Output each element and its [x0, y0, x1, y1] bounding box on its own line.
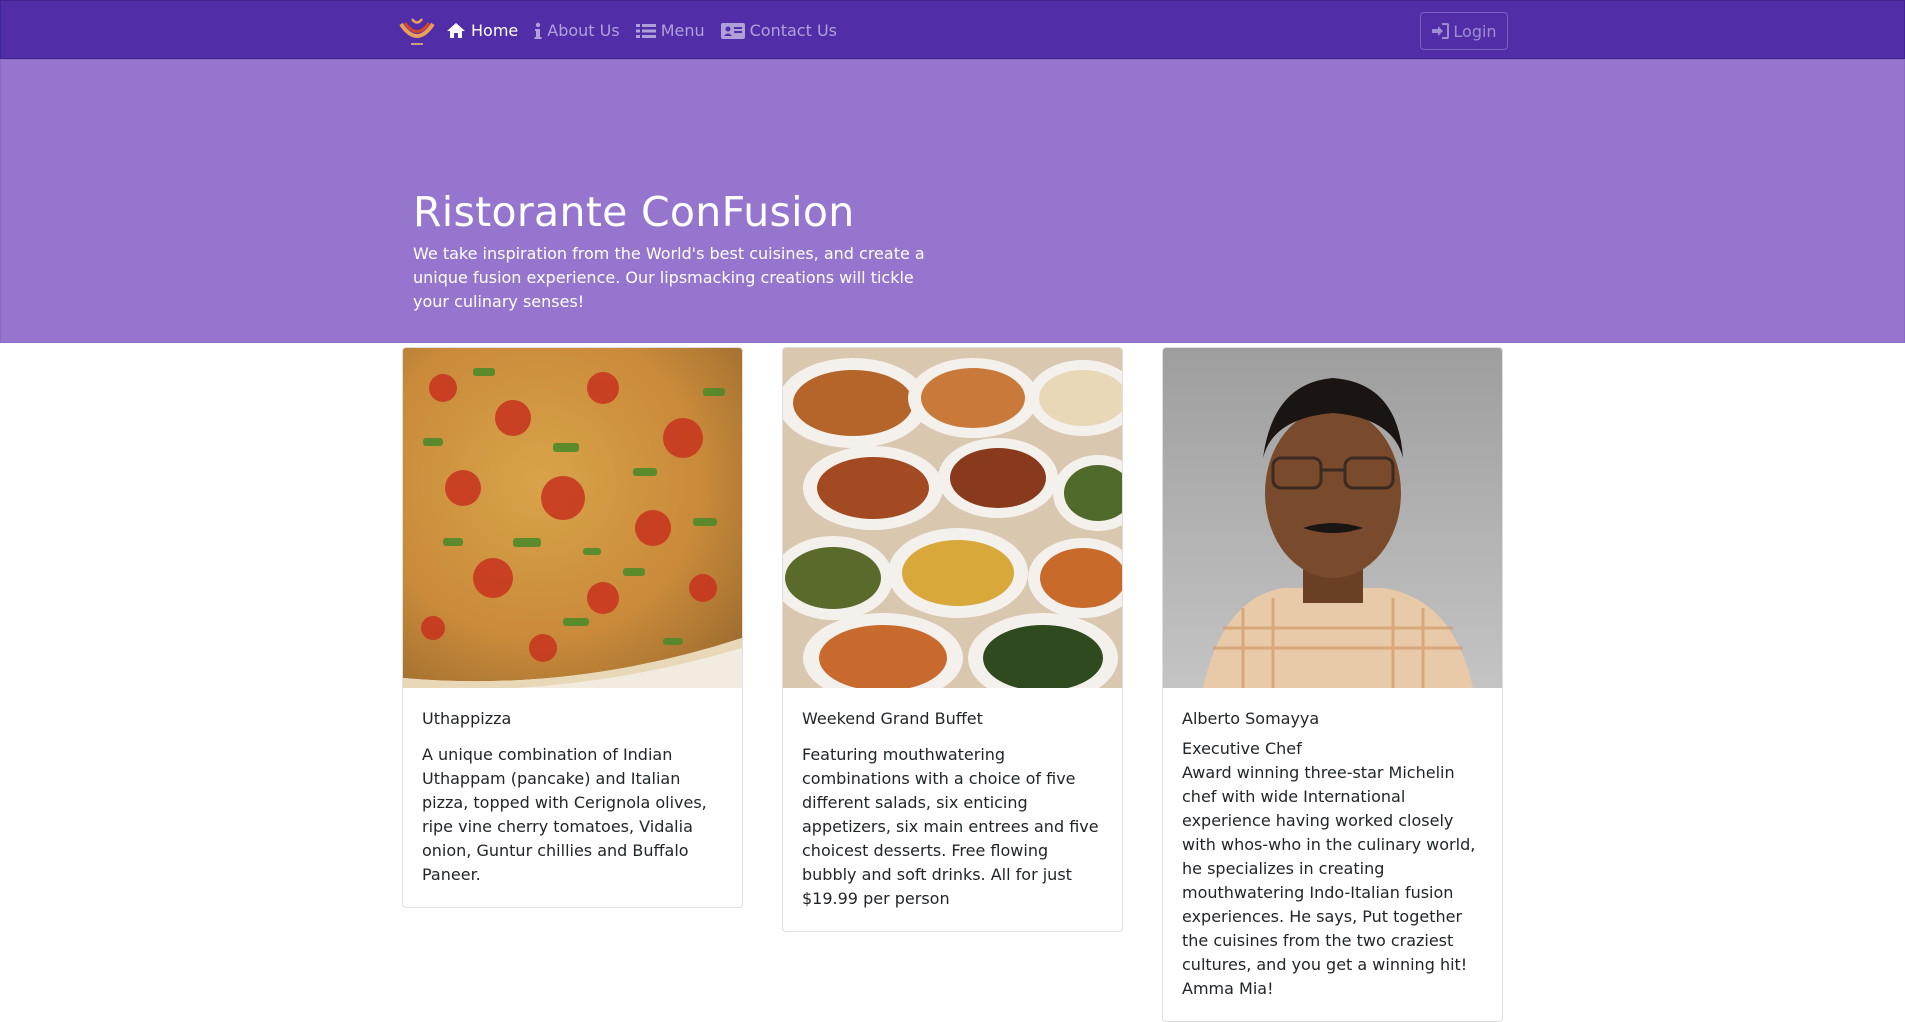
navbar-inner: Home About Us Menu Contact Us: [398, 1, 853, 60]
login-button[interactable]: Login: [1420, 12, 1508, 50]
login-label: Login: [1453, 21, 1497, 41]
chef-photo: [1163, 348, 1502, 688]
card-body: Uthappizza A unique combination of India…: [403, 688, 742, 907]
card-text: Award winning three-star Michelin chef w…: [1182, 763, 1476, 998]
nav-label-contact: Contact Us: [749, 21, 838, 40]
sign-in-icon: [1432, 23, 1450, 39]
nav-item-contact[interactable]: Contact Us: [720, 21, 838, 40]
card-title: Uthappizza: [422, 709, 512, 728]
address-card-icon: [720, 22, 745, 39]
nav-label-menu: Menu: [660, 21, 705, 40]
card-promotion: Weekend Grand Buffet Featuring mouthwate…: [782, 347, 1123, 932]
card-text: A unique combination of Indian Uthappam …: [422, 745, 707, 884]
restaurant-title: Ristorante ConFusion: [413, 188, 855, 236]
nav-label-home: Home: [471, 21, 519, 40]
card-title: Alberto Somayya: [1182, 709, 1320, 728]
logo-icon[interactable]: [398, 14, 436, 48]
card-leader: Alberto Somayya Executive Chef Award win…: [1162, 347, 1503, 1022]
top-navbar: Home About Us Menu Contact Us Login: [0, 0, 1905, 59]
nav-item-about[interactable]: About Us: [534, 21, 620, 40]
restaurant-description: We take inspiration from the World's bes…: [413, 244, 925, 311]
info-icon: [534, 22, 542, 39]
pizza-photo: [403, 348, 742, 688]
jumbotron: Ristorante ConFusion We take inspiration…: [0, 59, 1905, 343]
card-subtitle: Executive Chef: [1182, 739, 1302, 758]
list-icon: [635, 23, 656, 38]
card-title: Weekend Grand Buffet: [802, 709, 983, 728]
card-body: Weekend Grand Buffet Featuring mouthwate…: [783, 688, 1122, 931]
card-body: Alberto Somayya Executive Chef Award win…: [1163, 688, 1502, 1021]
nav-item-home[interactable]: Home: [446, 21, 518, 40]
home-icon: [447, 23, 465, 38]
card-dish: Uthappizza A unique combination of India…: [402, 347, 743, 908]
card-text: Featuring mouthwatering combinations wit…: [802, 745, 1099, 908]
nav-label-about: About Us: [547, 21, 620, 40]
nav-item-menu[interactable]: Menu: [635, 21, 705, 40]
buffet-photo: [783, 348, 1122, 688]
